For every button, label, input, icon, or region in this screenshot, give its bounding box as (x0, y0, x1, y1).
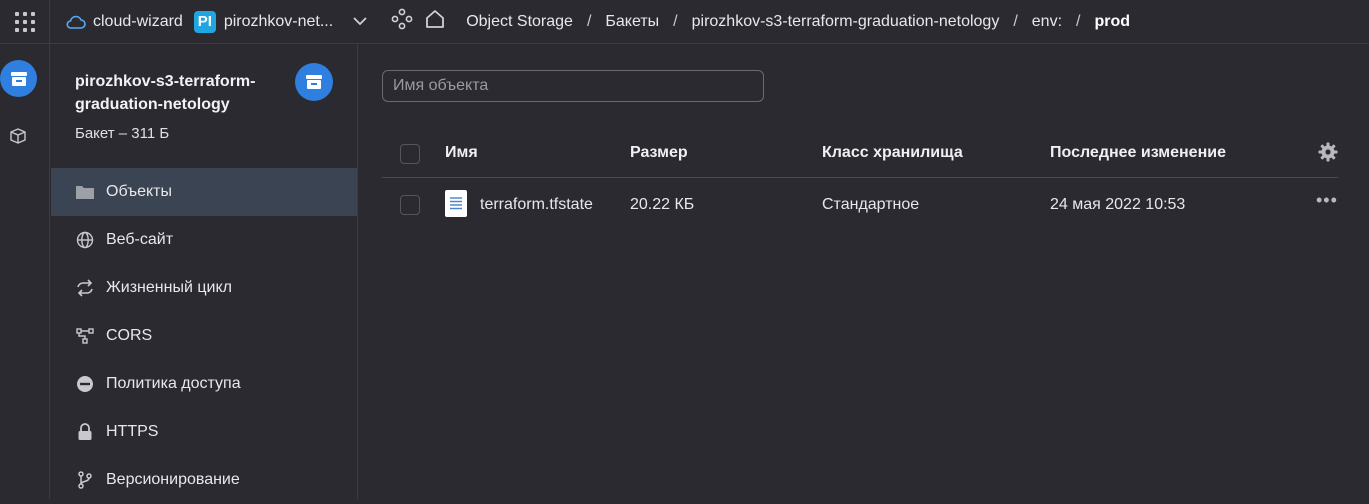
cloud-selector[interactable]: cloud-wizard (66, 13, 183, 31)
breadcrumb: Object Storage / Бакеты / pirozhkov-s3-t… (466, 13, 1130, 31)
globe-icon (75, 230, 95, 250)
row-checkbox[interactable] (400, 195, 420, 215)
file-icon (445, 190, 467, 217)
chevron-down-icon[interactable] (353, 13, 367, 31)
bucket-subtitle: Бакет – 311 Б (75, 125, 170, 142)
top-bar: cloud-wizard PI pirozhkov-net... Object … (0, 0, 1369, 44)
nav-item-label: Жизненный цикл (106, 279, 232, 296)
breadcrumb-object-storage[interactable]: Object Storage (466, 13, 573, 31)
apps-grid-icon[interactable] (0, 0, 50, 44)
table-header: Имя Размер Класс хранилища Последнее изм… (382, 130, 1338, 178)
folder-name[interactable]: pirozhkov-net... (224, 13, 333, 31)
nav-item-versioning[interactable]: Версионирование (51, 456, 357, 504)
breadcrumb-separator: / (1013, 12, 1018, 30)
column-storage-class-header[interactable]: Класс хранилища (822, 144, 963, 162)
file-modified: 24 мая 2022 10:53 (1050, 196, 1186, 213)
cloud-name: cloud-wizard (93, 12, 183, 30)
cors-icon (75, 326, 95, 346)
lock-icon (75, 422, 95, 442)
home-icon[interactable] (424, 8, 446, 35)
storage-icon (10, 71, 27, 86)
nav-item-label: Объекты (106, 183, 172, 200)
nav-item-label: CORS (106, 327, 153, 344)
file-storage-class: Стандартное (822, 196, 920, 213)
breadcrumb-separator: / (1076, 12, 1081, 30)
column-size-header[interactable]: Размер (630, 144, 688, 162)
nav-item-cors[interactable]: CORS (51, 312, 357, 360)
folder-icon (75, 182, 95, 202)
bucket-panel: pirozhkov-s3-terraform-graduation-netolo… (51, 44, 358, 499)
branch-icon (75, 470, 95, 490)
select-all-checkbox[interactable] (400, 144, 420, 164)
nav-item-objects[interactable]: Объекты (51, 168, 357, 216)
no-entry-icon (75, 374, 95, 394)
nav-item-label: Веб-сайт (106, 231, 174, 248)
search-input[interactable] (382, 70, 764, 102)
nav-item-label: Версионирование (106, 471, 240, 488)
breadcrumb-buckets[interactable]: Бакеты (605, 13, 659, 31)
breadcrumb-env[interactable]: env: (1032, 13, 1062, 31)
breadcrumb-current: prod (1094, 12, 1131, 30)
file-size: 20.22 КБ (630, 196, 695, 213)
bucket-icon (295, 63, 333, 101)
service-rail (0, 44, 50, 499)
nav-item-lifecycle[interactable]: Жизненный цикл (51, 264, 357, 312)
services-icon[interactable] (391, 8, 413, 35)
nav-item-https[interactable]: HTTPS (51, 408, 357, 456)
breadcrumb-bucket[interactable]: pirozhkov-s3-terraform-graduation-netolo… (692, 13, 1000, 31)
gear-icon[interactable] (1318, 142, 1338, 167)
cycle-icon (75, 278, 95, 298)
column-name-header[interactable]: Имя (445, 144, 478, 162)
more-actions-icon[interactable]: ••• (1316, 190, 1338, 211)
nav-item-access-policy[interactable]: Политика доступа (51, 360, 357, 408)
folder-badge[interactable]: PI (193, 10, 216, 33)
file-name-link[interactable]: terraform.tfstate (480, 196, 593, 214)
package-icon[interactable] (9, 128, 27, 149)
bucket-title: pirozhkov-s3-terraform-graduation-netolo… (75, 73, 256, 113)
objects-view: Имя Размер Класс хранилища Последнее изм… (358, 44, 1369, 499)
nav-item-label: HTTPS (106, 423, 159, 440)
column-modified-header[interactable]: Последнее изменение (1050, 144, 1226, 162)
nav-item-label: Политика доступа (106, 375, 241, 392)
cloud-icon (66, 15, 86, 29)
nav-item-website[interactable]: Веб-сайт (51, 216, 357, 264)
breadcrumb-separator: / (673, 12, 678, 30)
table-row[interactable]: terraform.tfstate 20.22 КБ Стандартное 2… (382, 178, 1338, 234)
storage-service-button[interactable] (0, 60, 37, 97)
bucket-nav: Объекты Веб-сайт Жизненный цикл CORS Пол… (51, 168, 357, 504)
breadcrumb-separator: / (586, 12, 592, 30)
